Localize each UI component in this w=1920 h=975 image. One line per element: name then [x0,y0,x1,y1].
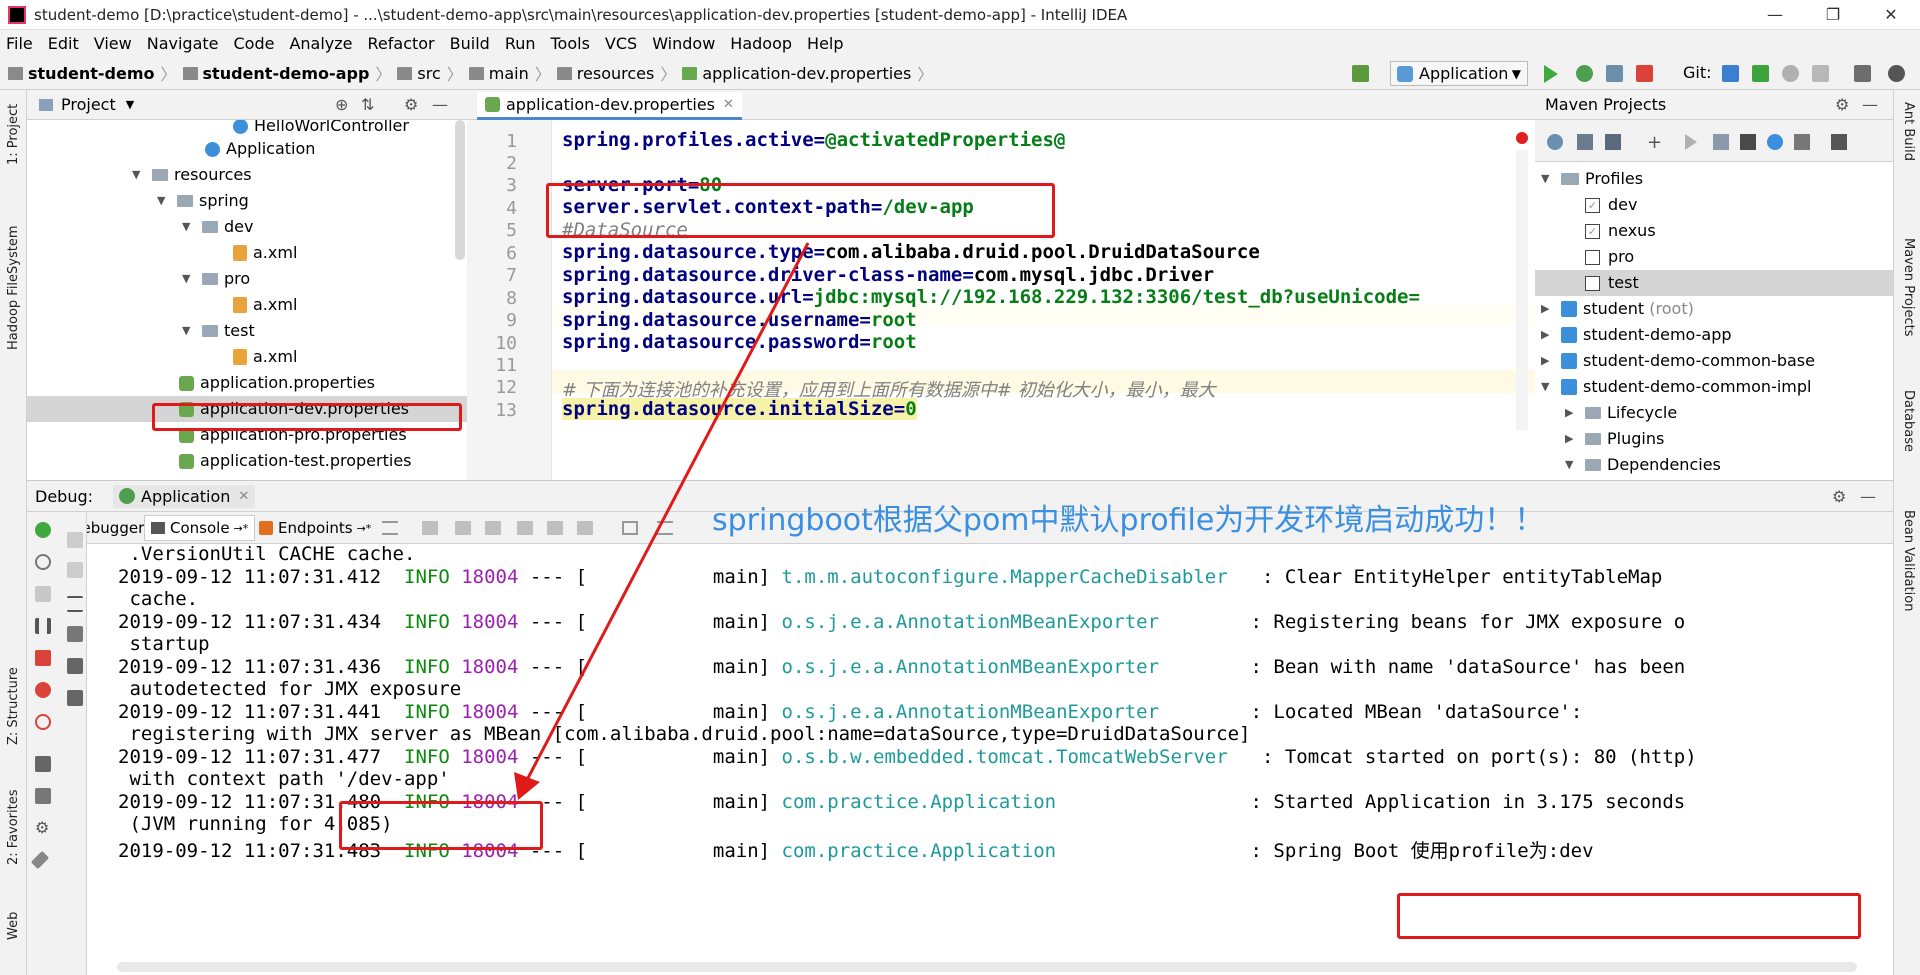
annotation-arrow [514,242,810,800]
annotation-arrow-head [514,772,540,800]
annotation-arrow-line [526,242,810,779]
